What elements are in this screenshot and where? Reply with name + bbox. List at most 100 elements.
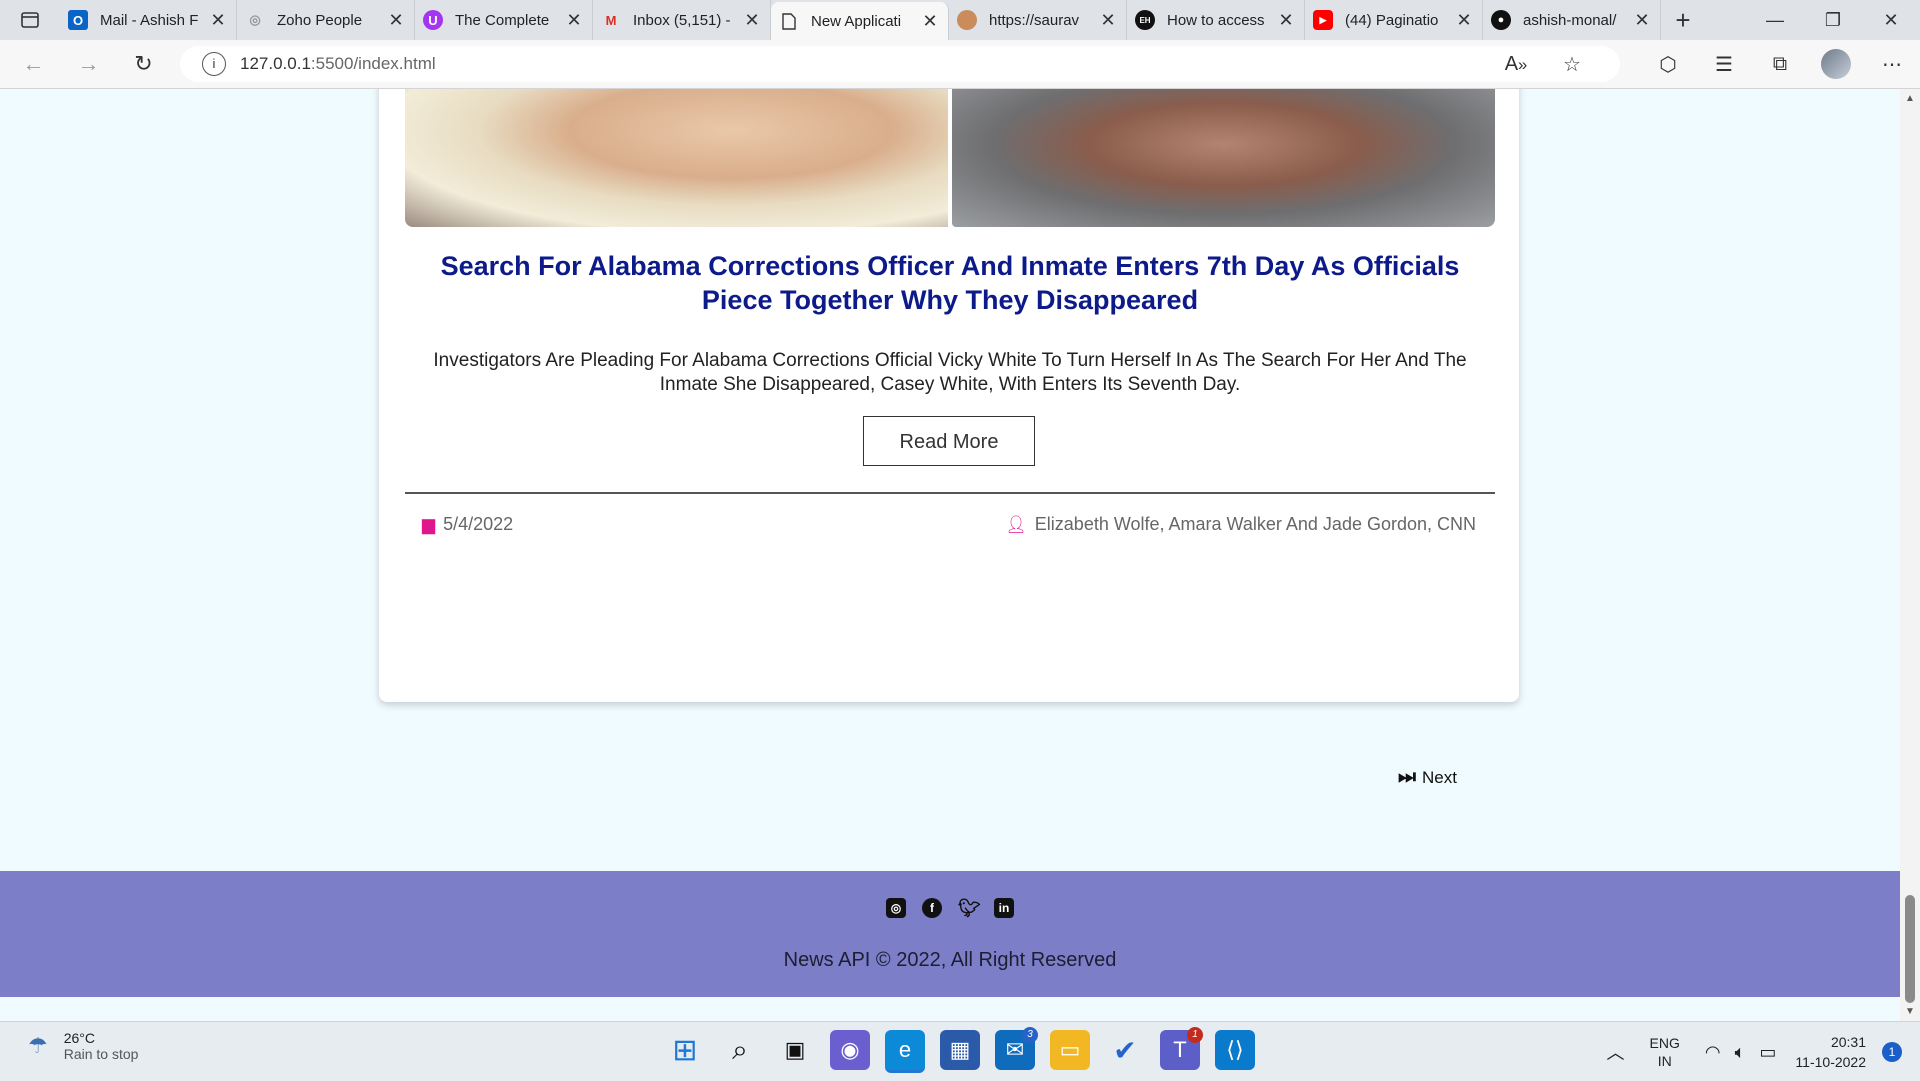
close-tab-icon[interactable]: ✕: [1276, 10, 1296, 31]
new-tab-button[interactable]: +: [1661, 5, 1705, 36]
calendar-icon: ▆: [422, 514, 436, 534]
tab-inbox[interactable]: M Inbox (5,151) - ✕: [593, 0, 771, 40]
restore-icon[interactable]: ❐: [1804, 0, 1862, 40]
collections-icon[interactable]: ⧉: [1752, 53, 1808, 76]
weather-desc: Rain to stop: [63, 1046, 139, 1062]
taskbar-apps: ⊞ ⌕ ▣ ◉ e ▦ ✉ 3 ▭ ✔ T1 ⟨⟩: [665, 1027, 1255, 1073]
article-date: ▆ 5/4/2022: [422, 514, 513, 535]
forward-icon[interactable]: →: [61, 51, 116, 77]
store-icon[interactable]: ▦: [940, 1030, 980, 1070]
show-hidden-icons-icon[interactable]: ︿: [1607, 1039, 1625, 1065]
read-more-button[interactable]: Read More: [863, 416, 1035, 466]
tab-pagination[interactable]: ▶ (44) Paginatio ✕: [1305, 0, 1483, 40]
reload-icon[interactable]: ↻: [116, 51, 171, 77]
todo-icon[interactable]: ✔: [1105, 1030, 1145, 1070]
tab-how-to-access[interactable]: EH How to access ✕: [1127, 0, 1305, 40]
outlook-icon: O: [68, 10, 88, 30]
article-author: 👤︎ Elizabeth Wolfe, Amara Walker And Jad…: [1005, 514, 1476, 535]
read-aloud-icon[interactable]: A»: [1488, 53, 1544, 76]
tab-the-complete[interactable]: U The Complete ✕: [415, 0, 593, 40]
tab-mail[interactable]: O Mail - Ashish F ✕: [60, 0, 237, 40]
window-controls: — ❐ ✕: [1746, 0, 1920, 40]
language-indicator[interactable]: ENG IN: [1650, 1034, 1680, 1070]
close-tab-icon[interactable]: ✕: [1632, 10, 1652, 31]
tab-github[interactable]: ● ashish-monal/ ✕: [1483, 0, 1661, 40]
linkedin-icon[interactable]: in: [994, 898, 1014, 918]
scroll-up-icon[interactable]: ▲: [1905, 93, 1915, 104]
search-icon[interactable]: ⌕: [720, 1030, 760, 1070]
eh-icon: EH: [1135, 10, 1155, 30]
battery-icon[interactable]: ▭: [1759, 1042, 1776, 1063]
back-icon[interactable]: ←: [6, 51, 61, 77]
site-footer: ◎ f 🐦︎ in News API © 2022, All Right Res…: [0, 871, 1900, 997]
wifi-icon[interactable]: ◠: [1705, 1042, 1721, 1063]
udemy-icon: U: [423, 10, 443, 30]
scrollbar-thumb[interactable]: [1905, 895, 1915, 1003]
article-description: Investigators Are Pleading For Alabama C…: [433, 350, 1467, 395]
rain-icon: ☂: [28, 1033, 48, 1058]
profile-avatar[interactable]: [1821, 49, 1851, 79]
close-tab-icon[interactable]: ✕: [1098, 10, 1118, 31]
close-tab-icon[interactable]: ✕: [920, 11, 940, 32]
mail-icon[interactable]: ✉ 3: [995, 1027, 1038, 1070]
file-explorer-icon[interactable]: ▭: [1050, 1030, 1090, 1070]
tab-zoho-people[interactable]: ◎ Zoho People ✕: [237, 0, 415, 40]
vscode-icon[interactable]: ⟨⟩: [1215, 1030, 1255, 1070]
close-tab-icon[interactable]: ✕: [386, 10, 406, 31]
next-page-button[interactable]: ⏭︎ Next: [1398, 766, 1457, 789]
minimize-icon[interactable]: —: [1746, 0, 1804, 40]
notification-badge[interactable]: 1: [1882, 1042, 1902, 1062]
facebook-icon[interactable]: f: [922, 898, 942, 918]
page-icon: [779, 11, 799, 31]
page-viewport: Search For Alabama Corrections Officer A…: [0, 89, 1900, 1021]
article-image-left: [405, 89, 948, 227]
tab-actions-icon[interactable]: [0, 0, 60, 40]
instagram-icon[interactable]: ◎: [886, 898, 906, 918]
youtube-icon: ▶: [1313, 10, 1333, 30]
close-tab-icon[interactable]: ✕: [564, 10, 584, 31]
edge-icon[interactable]: e: [885, 1030, 925, 1073]
windows-taskbar: ☂ 26°C Rain to stop ⊞ ⌕ ▣ ◉ e ▦ ✉ 3 ▭ ✔ T…: [0, 1021, 1920, 1081]
scroll-down-icon[interactable]: ▼: [1905, 1006, 1915, 1017]
system-tray: ︿ ENG IN ◠ 🔈︎ ▭ 20:31 11-10-2022 1: [1600, 1030, 1920, 1074]
gmail-icon: M: [605, 12, 617, 28]
chat-icon[interactable]: ◉: [830, 1030, 870, 1070]
user-icon: 👤︎: [1005, 514, 1027, 534]
article-date-text: 5/4/2022: [443, 514, 514, 534]
tab-saurav[interactable]: https://saurav ✕: [949, 0, 1127, 40]
volume-icon[interactable]: 🔈︎: [1735, 1042, 1746, 1063]
social-links: ◎ f 🐦︎ in: [0, 898, 1900, 918]
site-info-icon[interactable]: i: [202, 52, 226, 76]
url-text: 127.0.0.1:5500/index.html: [240, 54, 436, 73]
windows-start-icon[interactable]: ⊞: [665, 1030, 705, 1070]
twitter-icon[interactable]: 🐦︎: [958, 898, 981, 918]
github-icon: ●: [1491, 10, 1511, 30]
favorites-icon[interactable]: ☰: [1696, 52, 1752, 77]
tab-new-application[interactable]: New Applicati ✕: [771, 2, 949, 40]
address-input[interactable]: i 127.0.0.1:5500/index.html: [180, 46, 1620, 82]
weather-temp: 26°C: [63, 1030, 96, 1046]
teams-icon[interactable]: T1: [1160, 1027, 1203, 1070]
avatar-icon: [957, 10, 977, 30]
browser-tab-bar: O Mail - Ashish F ✕ ◎ Zoho People ✕ U Th…: [0, 0, 1920, 40]
article-headline: Search For Alabama Corrections Officer A…: [440, 251, 1460, 315]
browser-toolbar: A» ☆ ⬡ ☰ ⧉ ⋯: [1488, 40, 1920, 88]
close-tab-icon[interactable]: ✕: [1454, 10, 1474, 31]
article-image-right: [952, 89, 1495, 227]
extensions-icon[interactable]: ⬡: [1640, 52, 1696, 77]
zoho-icon: ◎: [249, 12, 261, 27]
clock[interactable]: 20:31 11-10-2022: [1795, 1032, 1866, 1072]
page-scrollbar[interactable]: ▲ ▼: [1900, 89, 1920, 1021]
address-bar-row: ← → ↻ i 127.0.0.1:5500/index.html A» ☆ ⬡…: [0, 40, 1920, 89]
fast-forward-icon: ⏭︎: [1398, 766, 1416, 788]
next-label: Next: [1422, 767, 1457, 787]
close-tab-icon[interactable]: ✕: [742, 10, 762, 31]
more-menu-icon[interactable]: ⋯: [1864, 52, 1920, 77]
close-window-icon[interactable]: ✕: [1862, 0, 1920, 40]
add-favorite-icon[interactable]: ☆: [1544, 52, 1600, 77]
weather-widget[interactable]: ☂ 26°C Rain to stop: [28, 1030, 138, 1062]
close-tab-icon[interactable]: ✕: [208, 10, 228, 31]
article-author-text: Elizabeth Wolfe, Amara Walker And Jade G…: [1034, 514, 1476, 534]
task-view-icon[interactable]: ▣: [775, 1030, 815, 1070]
card-divider: [405, 492, 1495, 494]
